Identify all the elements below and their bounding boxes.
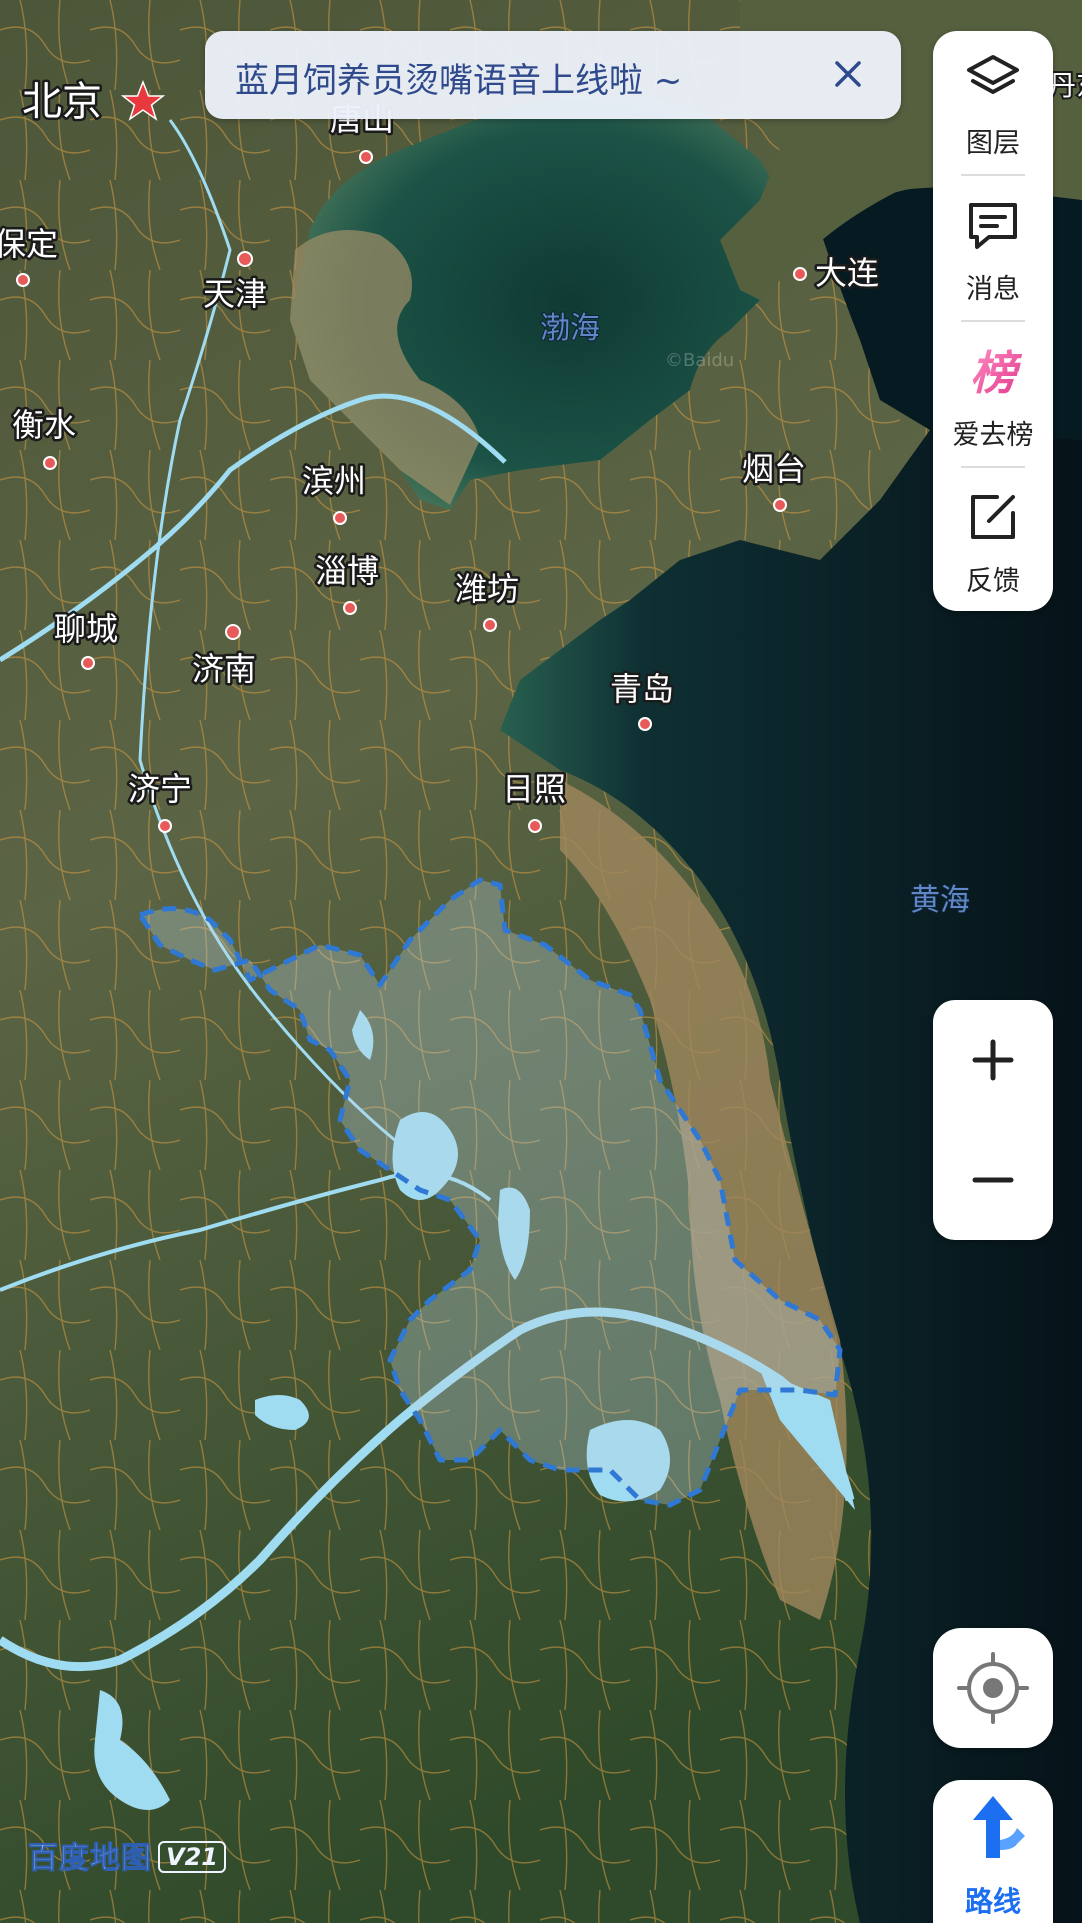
city-label-liaocheng[interactable]: 聊城: [52, 608, 121, 651]
city-label-baoding[interactable]: 保定: [0, 223, 61, 266]
plus-icon: [972, 1039, 1014, 1081]
satellite-map[interactable]: 渤海 黄海 ©Baidu 北京 唐山 保定 天津 大连 衡水 滨州 烟台 淄博 …: [0, 0, 1082, 1923]
city-dot-jinan[interactable]: [225, 624, 241, 640]
feedback-icon: [971, 495, 1015, 539]
zoom-in-button[interactable]: [933, 1000, 1053, 1120]
city-label-partial-dandong[interactable]: 丹东: [1046, 67, 1082, 104]
city-dot-hengshui[interactable]: [43, 456, 57, 470]
divider: [961, 466, 1025, 468]
sea-label-huanghai: 黄海: [910, 883, 970, 918]
promo-banner[interactable]: 蓝月饲养员烫嘴语音上线啦 ~: [205, 31, 901, 119]
city-label-jining[interactable]: 济宁: [126, 768, 195, 811]
locate-icon: [957, 1652, 1029, 1724]
city-dot-dalian[interactable]: [793, 267, 807, 281]
city-label-rizhao[interactable]: 日照: [500, 768, 569, 811]
close-icon[interactable]: [821, 47, 875, 101]
zoom-out-button[interactable]: [933, 1120, 1053, 1240]
ranking-badge-text: 榜: [970, 346, 1023, 400]
city-dot-weifang[interactable]: [483, 618, 497, 632]
layers-icon: [967, 55, 1019, 94]
city-dot-tianjin[interactable]: [237, 251, 253, 267]
city-dot-zibo[interactable]: [343, 601, 357, 615]
layers-label: 图层: [966, 128, 1020, 159]
locate-button[interactable]: [933, 1628, 1053, 1748]
banner-text[interactable]: 蓝月饲养员烫嘴语音上线啦 ~: [235, 53, 682, 102]
city-label-binzhou[interactable]: 滨州: [300, 460, 369, 503]
ranking-label: 爱去榜: [952, 420, 1034, 451]
brand-logo: 百度地图 V21: [28, 1833, 226, 1877]
ranking-badge-icon: 榜: [970, 346, 1023, 400]
messages-button[interactable]: 消息: [933, 177, 1053, 315]
city-dot-baoding[interactable]: [16, 273, 30, 287]
city-dot-yantai[interactable]: [773, 498, 787, 512]
sea-label-bohai: 渤海: [540, 311, 600, 346]
city-label-jinan[interactable]: 济南: [190, 648, 259, 691]
feedback-button[interactable]: 反馈: [933, 469, 1053, 607]
city-label-weifang[interactable]: 潍坊: [453, 568, 522, 611]
city-dot-liaocheng[interactable]: [81, 656, 95, 670]
message-icon: [969, 203, 1017, 249]
map-watermark: ©Baidu: [665, 350, 734, 371]
city-dot-jining[interactable]: [158, 819, 172, 833]
city-label-qingdao[interactable]: 青岛: [608, 668, 677, 711]
divider: [961, 320, 1025, 322]
feedback-label: 反馈: [966, 566, 1020, 597]
city-label-hengshui[interactable]: 衡水: [10, 404, 79, 447]
city-dot-binzhou[interactable]: [333, 511, 347, 525]
city-label-zibo[interactable]: 淄博: [313, 550, 382, 593]
city-label-beijing[interactable]: 北京: [20, 77, 105, 128]
city-dot-qingdao[interactable]: [638, 717, 652, 731]
divider: [961, 174, 1025, 176]
zoom-control: [933, 1000, 1053, 1240]
route-button[interactable]: 路线: [933, 1780, 1053, 1923]
layers-button[interactable]: 图层: [933, 31, 1053, 169]
city-label-tianjin[interactable]: 天津: [201, 273, 270, 316]
brand-version: V21: [158, 1841, 226, 1873]
route-label: 路线: [964, 1885, 1021, 1918]
messages-label: 消息: [966, 274, 1020, 305]
route-arrow-icon: [973, 1796, 1025, 1858]
minus-icon: [972, 1177, 1014, 1183]
city-label-yantai[interactable]: 烟台: [740, 448, 809, 491]
ranking-button[interactable]: 榜 爱去榜: [933, 323, 1053, 461]
brand-name: 百度地图: [28, 1841, 152, 1877]
city-dot-tangshan[interactable]: [359, 150, 373, 164]
city-dot-rizhao[interactable]: [528, 819, 542, 833]
city-label-dalian[interactable]: 大连: [813, 252, 882, 295]
side-tool-panel: 图层 消息 榜 爱去榜 反馈: [933, 31, 1053, 611]
